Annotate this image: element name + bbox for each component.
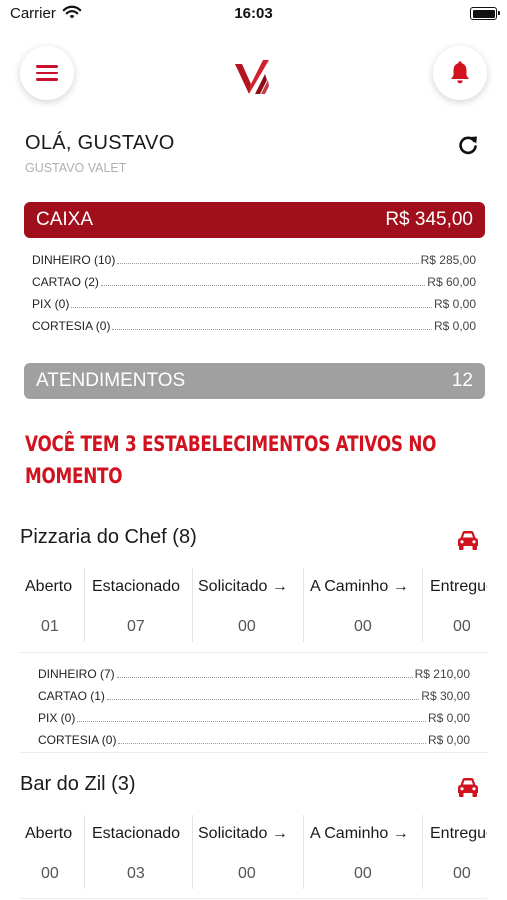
status-header: Estacionado <box>92 578 181 595</box>
status-value: 00 <box>41 865 59 882</box>
car-icon[interactable] <box>456 776 480 798</box>
payment-row: CORTESIA (0) R$ 0,00 <box>38 725 470 747</box>
status-header: Entregue <box>430 825 487 842</box>
payment-row: CORTESIA (0) R$ 0,00 <box>32 311 476 333</box>
status-value: 00 <box>238 618 256 635</box>
status-column-solicitado[interactable]: Solicitado → 00 <box>193 566 303 644</box>
status-header: Aberto <box>25 825 73 842</box>
payment-label: CARTAO (1) <box>38 689 105 703</box>
status-value: 00 <box>453 618 471 635</box>
establishment-title[interactable]: Bar do Zil (3) <box>20 773 136 796</box>
divider <box>20 898 487 899</box>
status-column-a-caminho[interactable]: A Caminho → 00 <box>304 813 422 891</box>
payment-row: DINHEIRO (7) R$ 210,00 <box>38 659 470 681</box>
status-column-entregue[interactable]: Entregue 00 <box>423 566 487 644</box>
payment-row: PIX (0) R$ 0,00 <box>32 289 476 311</box>
greeting-title: OLÁ, GUSTAVO <box>25 132 175 154</box>
bell-icon <box>451 61 469 84</box>
status-header: A Caminho → <box>310 825 409 842</box>
divider <box>20 752 487 753</box>
status-column-estacionado[interactable]: Estacionado 03 <box>85 813 192 891</box>
status-value: 00 <box>238 865 256 882</box>
status-value: 00 <box>354 865 372 882</box>
status-header: A Caminho → <box>310 578 409 595</box>
payment-value: R$ 210,00 <box>414 667 470 681</box>
active-establishments-notice: VOCÊ TEM 3 ESTABELECIMENTOS ATIVOS NO MO… <box>25 432 437 488</box>
payment-value: R$ 0,00 <box>433 319 476 333</box>
payment-label: CARTAO (2) <box>32 275 99 289</box>
status-header: Solicitado → <box>198 578 288 595</box>
atendimentos-label: ATENDIMENTOS <box>36 370 186 391</box>
hamburger-menu-icon <box>36 65 58 81</box>
status-column-entregue[interactable]: Entregue 00 <box>423 813 487 891</box>
status-grid: Aberto 01 Estacionado 07 Solicitado → 00… <box>20 566 487 644</box>
establishment-title[interactable]: Pizzaria do Chef (8) <box>20 526 197 549</box>
status-value: 03 <box>127 865 145 882</box>
status-column-a-caminho[interactable]: A Caminho → 00 <box>304 566 422 644</box>
status-column-aberto[interactable]: Aberto 00 <box>20 813 84 891</box>
status-header: Estacionado <box>92 825 181 842</box>
status-column-solicitado[interactable]: Solicitado → 00 <box>193 813 303 891</box>
atendimentos-bar[interactable]: ATENDIMENTOS 12 <box>24 363 485 399</box>
atendimentos-count: 12 <box>451 370 473 391</box>
payment-value: R$ 0,00 <box>427 733 470 747</box>
divider <box>20 652 487 653</box>
payment-row: CARTAO (2) R$ 60,00 <box>32 267 476 289</box>
refresh-icon[interactable] <box>457 134 479 156</box>
payment-label: CORTESIA (0) <box>32 319 111 333</box>
status-value: 00 <box>453 865 471 882</box>
payment-value: R$ 0,00 <box>433 297 476 311</box>
payment-label: DINHEIRO (10) <box>32 253 116 267</box>
payment-value: R$ 285,00 <box>420 253 476 267</box>
status-header: Aberto <box>25 578 73 595</box>
caixa-bar: CAIXA R$ 345,00 <box>24 202 485 238</box>
status-bar: Carrier 16:03 <box>0 0 507 30</box>
menu-button[interactable] <box>20 46 74 100</box>
caixa-label: CAIXA <box>36 209 94 230</box>
status-header: Entregue <box>430 578 487 595</box>
payment-label: PIX (0) <box>38 711 76 725</box>
notifications-button[interactable] <box>433 46 487 100</box>
status-value: 00 <box>354 618 372 635</box>
caixa-total: R$ 345,00 <box>385 209 473 230</box>
payment-label: DINHEIRO (7) <box>38 667 115 681</box>
greeting-subtitle: GUSTAVO VALET <box>25 161 127 175</box>
payment-value: R$ 60,00 <box>427 275 476 289</box>
caixa-payment-list: DINHEIRO (10) R$ 285,00 CARTAO (2) R$ 60,0… <box>32 245 476 333</box>
logo-icon <box>235 60 269 94</box>
status-grid: Aberto 00 Estacionado 03 Solicitado → 00… <box>20 813 487 891</box>
payment-label: CORTESIA (0) <box>38 733 117 747</box>
payment-label: PIX (0) <box>32 297 70 311</box>
payment-value: R$ 30,00 <box>421 689 470 703</box>
payment-row: DINHEIRO (10) R$ 285,00 <box>32 245 476 267</box>
payment-value: R$ 0,00 <box>427 711 470 725</box>
status-column-aberto[interactable]: Aberto 01 <box>20 566 84 644</box>
battery-icon <box>470 7 500 20</box>
status-value: 01 <box>41 618 59 635</box>
car-icon[interactable] <box>456 529 480 551</box>
establishment-payment-list: DINHEIRO (7) R$ 210,00 CARTAO (1) R$ 30,00… <box>38 659 470 747</box>
status-header: Solicitado → <box>198 825 288 842</box>
payment-row: PIX (0) R$ 0,00 <box>38 703 470 725</box>
payment-row: CARTAO (1) R$ 30,00 <box>38 681 470 703</box>
status-column-estacionado[interactable]: Estacionado 07 <box>85 566 192 644</box>
clock: 16:03 <box>234 5 273 22</box>
status-value: 07 <box>127 618 145 635</box>
